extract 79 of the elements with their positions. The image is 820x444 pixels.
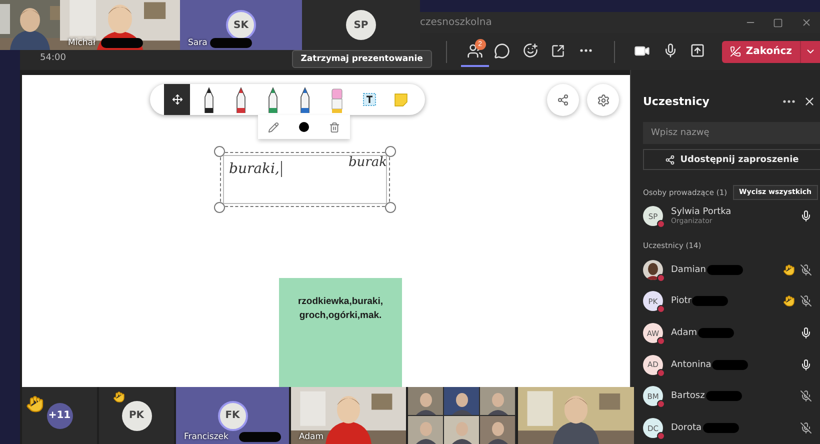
microphone-icon[interactable]	[800, 358, 812, 371]
text-box-text: buraki,	[229, 161, 282, 177]
more-participants-count[interactable]: +11	[46, 402, 72, 428]
text-icon	[362, 93, 376, 106]
chat-icon	[494, 42, 510, 58]
status-dot	[657, 305, 665, 314]
participant-name: Dorota	[671, 423, 702, 434]
participant-name: Sylwia Portka	[671, 207, 732, 218]
stop-presenting-button[interactable]: Zatrzymaj prezentowanie	[292, 50, 432, 68]
microphone-muted-icon[interactable]	[800, 264, 812, 276]
status-dot	[657, 368, 665, 377]
microphone-icon[interactable]	[800, 210, 812, 222]
more-icon[interactable]	[580, 49, 592, 52]
marker-icon	[267, 86, 279, 112]
resize-handle[interactable]	[385, 202, 396, 213]
settings-icon	[596, 94, 610, 106]
participant-name: Franciszek	[184, 432, 228, 442]
raised-hand-icon	[783, 264, 795, 276]
participant-name: Antonina	[671, 360, 712, 370]
maximize-icon[interactable]	[773, 18, 783, 28]
panel-title: Uczestnicy	[643, 95, 710, 108]
window-title: czesnoszkolna	[420, 17, 493, 28]
microphone-icon	[662, 43, 678, 58]
delete-icon[interactable]	[329, 122, 340, 132]
microphone-icon[interactable]	[800, 327, 812, 340]
status-dot	[657, 337, 665, 346]
raised-hand-icon	[783, 295, 795, 308]
share-icon	[665, 154, 676, 165]
sticky-note[interactable]: rzodkiewka,buraki, groch,ogórki,mak.	[279, 278, 402, 387]
status-dot	[657, 432, 665, 440]
move-tool[interactable]	[164, 84, 190, 115]
meeting-timer: 54:00	[40, 53, 67, 63]
end-options-button[interactable]	[800, 40, 820, 62]
resize-handle[interactable]	[385, 146, 396, 157]
participant-name: Adam	[299, 432, 324, 442]
microphone-muted-icon[interactable]	[800, 390, 812, 402]
participant-name: Damian	[671, 264, 706, 275]
end-call-button[interactable]: Zakończ	[722, 40, 800, 62]
resize-handle[interactable]	[214, 146, 225, 157]
participant-name: Michał	[68, 38, 96, 48]
raised-hand-icon	[113, 391, 125, 403]
participant-name: Bartosz	[671, 391, 705, 402]
pencil-icon[interactable]	[268, 122, 279, 132]
close-icon[interactable]	[803, 95, 816, 108]
move-icon	[172, 94, 182, 105]
marker-icon	[299, 86, 311, 112]
color-dot-icon[interactable]	[299, 122, 309, 132]
whiteboard-canvas[interactable]: buraki, burak rzodkiewka,buraki, groch,ogórki,mak.	[22, 75, 630, 387]
share-screen-icon	[690, 43, 706, 58]
settings-button[interactable]	[587, 84, 619, 116]
marker-icon	[203, 86, 215, 112]
avatar: PK	[122, 400, 152, 430]
avatar: SK	[226, 10, 256, 40]
hang-up-icon	[730, 46, 741, 57]
share-icon	[557, 94, 569, 106]
search-field[interactable]: Wpisz nazwę	[643, 122, 820, 144]
microphone-muted-icon[interactable]	[800, 295, 812, 308]
participant-name: Adam	[671, 328, 697, 338]
participant-name: Sara	[188, 38, 208, 48]
resize-handle[interactable]	[214, 202, 225, 213]
avatar: FK	[218, 400, 248, 430]
eraser-icon	[331, 86, 343, 112]
microphone-muted-icon[interactable]	[800, 422, 812, 434]
share-invite-button[interactable]: Udostępnij zaproszenie	[643, 148, 820, 170]
rooms-icon	[550, 44, 565, 58]
participant-name: Piotr	[671, 296, 692, 306]
avatar: SP	[346, 10, 376, 40]
sticky-note-text: groch,ogórki,mak.	[299, 309, 382, 323]
sticky-note-icon	[394, 92, 408, 106]
overflow-text: burak	[348, 155, 387, 170]
text-box[interactable]: buraki, burak	[220, 152, 390, 207]
status-dot	[657, 400, 665, 408]
marker-icon	[235, 86, 247, 112]
reactions-icon	[522, 43, 538, 58]
raised-hand-icon	[26, 395, 44, 413]
more-icon[interactable]	[783, 100, 795, 104]
share-board-button[interactable]	[547, 84, 579, 116]
status-dot	[657, 220, 665, 228]
sticky-note-text: rzodkiewka,buraki,	[298, 295, 383, 309]
